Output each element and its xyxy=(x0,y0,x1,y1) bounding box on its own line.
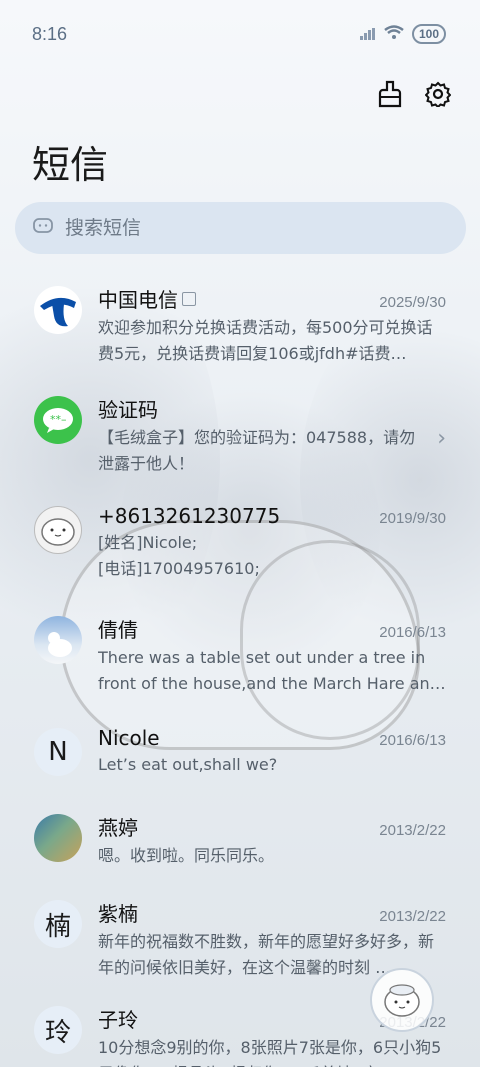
conversation-preview: [姓名]Nicole; [电话]17004957610; xyxy=(98,530,446,582)
conversation-item[interactable]: 燕婷 2013/2/22 嗯。收到啦。同乐同乐。 xyxy=(0,804,480,890)
chevron-right-icon: › xyxy=(437,426,446,451)
broom-icon[interactable] xyxy=(374,78,406,110)
gear-icon[interactable] xyxy=(422,78,454,110)
search-icon xyxy=(33,217,53,239)
conversation-preview: 嗯。收到啦。同乐同乐。 xyxy=(98,846,275,865)
status-icons: 100 xyxy=(359,24,446,44)
conversation-name: 倩倩 xyxy=(98,618,138,642)
letter-avatar: 楠 xyxy=(34,900,82,948)
conversation-date: 2025/9/30 xyxy=(379,294,446,311)
conversation-preview: 10分想念9别的你，8张照片7张是你，6只小狗5只像你，4根骨头3根归你，2爪着… xyxy=(98,1038,442,1067)
edit-icon xyxy=(182,292,196,306)
preview-line: [姓名]Nicole; xyxy=(98,533,198,552)
search-input[interactable] xyxy=(65,217,445,239)
conversation-date: 2013/2/22 xyxy=(379,908,446,925)
conversation-item[interactable]: 倩倩 2016/6/13 There was a table set out u… xyxy=(0,606,480,718)
wifi-icon xyxy=(384,24,404,44)
conversation-date: 2016/6/13 xyxy=(379,624,446,641)
conversation-preview: There was a table set out under a tree i… xyxy=(98,648,446,693)
conversation-item[interactable]: **– 验证码 【毛绒盒子】您的验证码为：047588，请勿泄露于他人！ › xyxy=(0,386,480,496)
status-bar: 8:16 100 xyxy=(0,0,480,68)
conversation-name: Nicole xyxy=(98,726,160,750)
cartoon-avatar xyxy=(34,506,82,554)
conversation-name: 子玲 xyxy=(98,1008,138,1032)
signal-icon xyxy=(359,25,376,44)
conversation-date: 2019/9/30 xyxy=(379,510,446,527)
conversation-item[interactable]: N Nicole 2016/6/13 Let’s eat out,shall w… xyxy=(0,718,480,804)
conversation-name: 燕婷 xyxy=(98,816,138,840)
page-title: 短信 xyxy=(32,143,109,187)
status-time: 8:16 xyxy=(32,23,68,44)
conversation-name: 验证码 xyxy=(98,398,158,422)
conversation-name: 紫楠 xyxy=(98,902,138,926)
conversation-date: 2013/2/22 xyxy=(379,822,446,839)
conversation-name: +8613261230775 xyxy=(98,504,281,528)
letter-avatar: N xyxy=(34,728,82,776)
compose-cartoon-icon[interactable] xyxy=(370,968,434,1032)
conversation-preview: 【毛绒盒子】您的验证码为：047588，请勿泄露于他人！ xyxy=(98,428,416,473)
preview-line: [电话]17004957610; xyxy=(98,559,260,578)
letter-avatar: 玲 xyxy=(34,1006,82,1054)
china-telecom-logo xyxy=(34,286,82,334)
top-actions xyxy=(374,78,454,110)
battery-icon: 100 xyxy=(411,24,446,44)
message-bubble-icon: **– xyxy=(34,396,82,444)
landscape-photo xyxy=(34,814,82,862)
svg-text:**–: **– xyxy=(50,413,67,426)
conversation-item[interactable]: 中国电信 2025/9/30 欢迎参加积分兑换话费活动，每500分可兑换话费5元… xyxy=(0,276,480,386)
conversation-name: 中国电信 xyxy=(98,284,196,313)
search-bar[interactable] xyxy=(15,202,466,254)
polar-bear-photo xyxy=(34,616,82,664)
conversation-date: 2016/6/13 xyxy=(379,732,446,749)
conversation-item[interactable]: +8613261230775 2019/9/30 [姓名]Nicole; [电话… xyxy=(0,496,480,606)
conversation-preview: Let’s eat out,shall we? xyxy=(98,755,278,774)
conversation-list: 中国电信 2025/9/30 欢迎参加积分兑换话费活动，每500分可兑换话费5元… xyxy=(0,276,480,1067)
conversation-preview: 欢迎参加积分兑换话费活动，每500分可兑换话费5元，兑换话费请回复106或jfd… xyxy=(98,318,433,363)
